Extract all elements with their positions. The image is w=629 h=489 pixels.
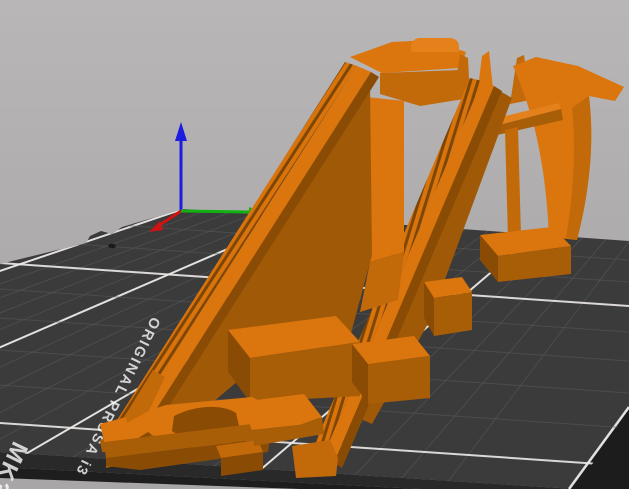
slicer-3d-viewport[interactable]: ORIGINAL PRUSA i3 MK3 [0, 0, 629, 489]
bed-screw-hole [108, 243, 116, 249]
scene-canvas[interactable]: ORIGINAL PRUSA i3 MK3 [0, 0, 629, 489]
summit-connector-peg[interactable] [411, 38, 459, 52]
connector-peg-hole[interactable] [214, 419, 223, 426]
foot-block-3-front[interactable] [434, 292, 472, 336]
y-axis-line [180, 209, 251, 214]
right-rail-end-block[interactable] [292, 440, 338, 478]
foot-block-2-front[interactable] [368, 356, 430, 404]
